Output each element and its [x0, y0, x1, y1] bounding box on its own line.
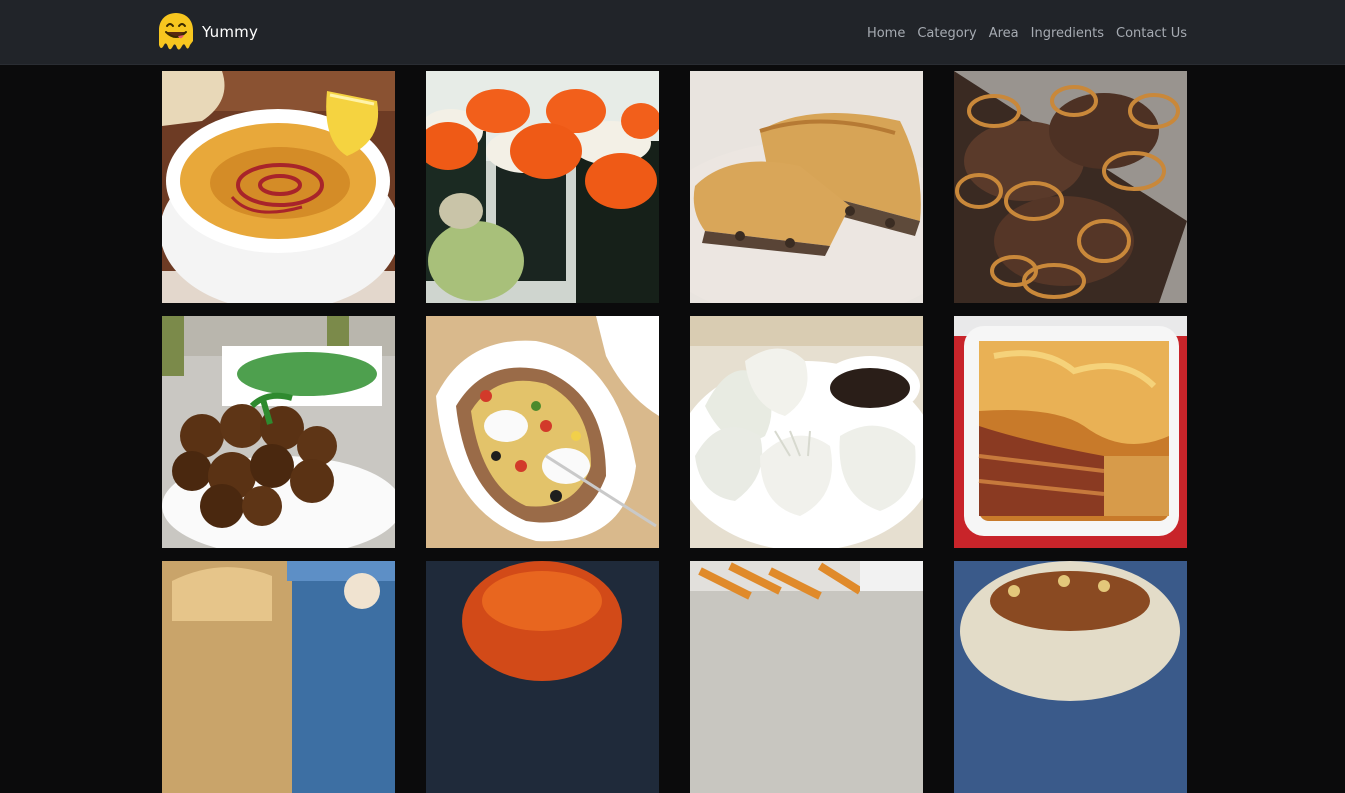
- meal-card-bread-basket[interactable]: [162, 561, 395, 793]
- meal-card-falafel[interactable]: [162, 316, 395, 548]
- meal-image-lentil-soup: [162, 71, 395, 303]
- meal-card-lentil-soup[interactable]: [162, 71, 395, 303]
- meal-card-orange-dish[interactable]: [426, 561, 659, 793]
- meal-image-stuffed-baked-potato: [426, 316, 659, 548]
- brand-name: Yummy: [202, 23, 259, 41]
- nav-area-link[interactable]: Area: [989, 26, 1019, 41]
- meal-card-stuffed-baked-potato[interactable]: [426, 316, 659, 548]
- meal-card-meat-pie[interactable]: [690, 71, 923, 303]
- meal-image-bread-basket: [162, 561, 395, 793]
- nav-home-link[interactable]: Home: [867, 26, 905, 41]
- meal-card-koshari[interactable]: [954, 561, 1187, 793]
- smiley-face-logo-icon: [159, 13, 193, 50]
- meal-image-dumplings: [690, 316, 923, 548]
- brand-link[interactable]: Yummy: [158, 11, 258, 53]
- meal-card-liver-with-onions[interactable]: [954, 71, 1187, 303]
- nav-menu: Home Category Area Ingredients Contact U…: [867, 22, 1187, 41]
- navbar: Yummy Home Category Area Ingredients Con…: [0, 0, 1345, 65]
- meal-image-sushi-rolls: [426, 71, 659, 303]
- meal-card-lasagne[interactable]: [954, 316, 1187, 548]
- meal-image-fries-dish: [690, 561, 923, 793]
- meal-image-koshari: [954, 561, 1187, 793]
- meal-card-dumplings[interactable]: [690, 316, 923, 548]
- nav-category-link[interactable]: Category: [917, 26, 976, 41]
- meal-image-falafel: [162, 316, 395, 548]
- meal-image-meat-pie: [690, 71, 923, 303]
- meal-image-lasagne: [954, 316, 1187, 548]
- nav-contact-link[interactable]: Contact Us: [1116, 26, 1187, 41]
- meal-image-liver-with-onions: [954, 71, 1187, 303]
- meals-grid: [162, 71, 1187, 793]
- nav-ingredients-link[interactable]: Ingredients: [1031, 26, 1104, 41]
- meal-image-orange-dish: [426, 561, 659, 793]
- meal-card-fries-dish[interactable]: [690, 561, 923, 793]
- meal-card-sushi-rolls[interactable]: [426, 71, 659, 303]
